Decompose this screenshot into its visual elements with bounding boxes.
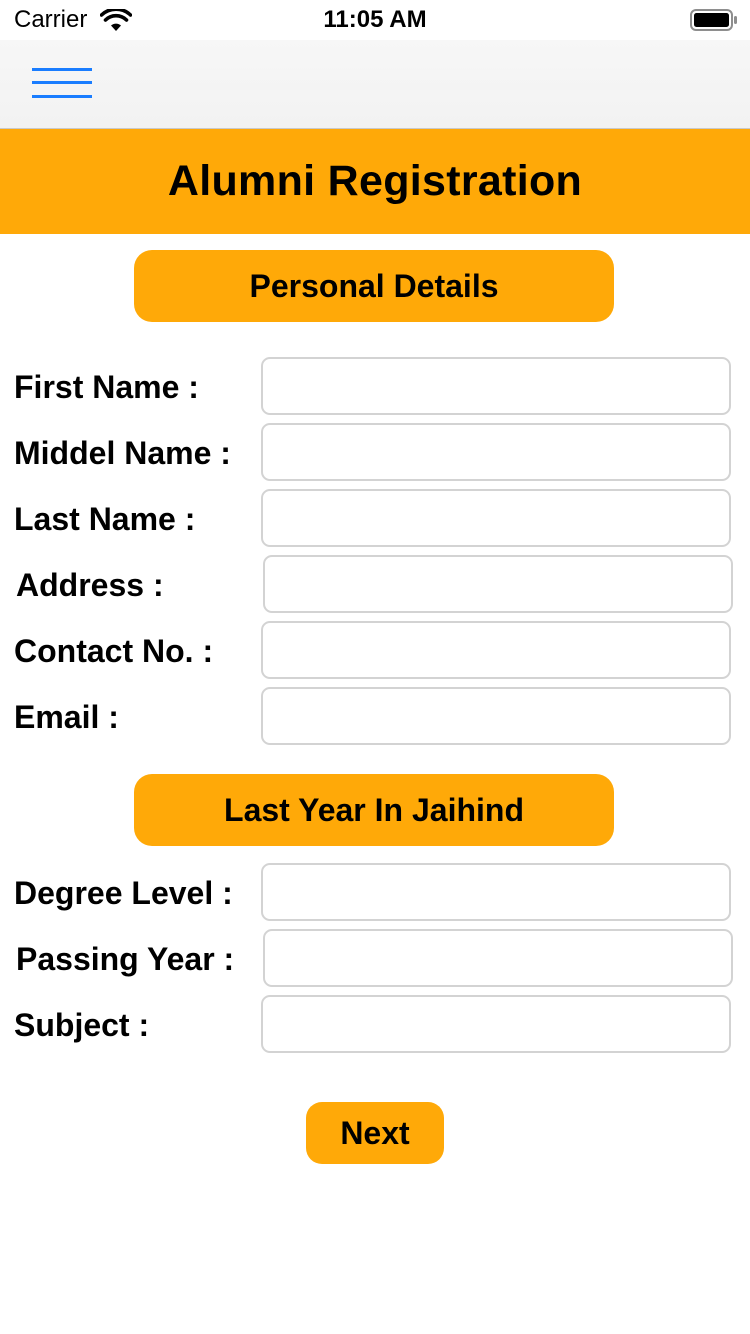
section-title-last-year: Last Year In Jaihind: [134, 774, 614, 846]
middle-name-field[interactable]: [261, 423, 731, 481]
next-button[interactable]: Next: [306, 1102, 444, 1164]
middle-name-label: Middel Name :: [14, 435, 231, 471]
degree-level-label: Degree Level :: [14, 875, 233, 911]
degree-level-field[interactable]: [261, 863, 731, 921]
passing-year-field[interactable]: [263, 929, 733, 987]
address-label: Address :: [16, 567, 164, 603]
email-label: Email :: [14, 699, 119, 735]
email-field[interactable]: [261, 687, 731, 745]
header-banner: Alumni Registration: [0, 129, 750, 234]
address-field[interactable]: [263, 555, 733, 613]
navigation-bar: [0, 40, 750, 129]
last-name-label: Last Name :: [14, 501, 196, 537]
contact-number-label: Contact No. :: [14, 633, 214, 669]
subject-label: Subject :: [14, 1007, 150, 1043]
first-name-field[interactable]: [261, 357, 731, 415]
status-time: 11:05 AM: [323, 6, 427, 33]
hamburger-menu-icon[interactable]: [30, 66, 94, 102]
first-name-label: First Name :: [14, 369, 199, 405]
contact-number-field[interactable]: [261, 621, 731, 679]
subject-field[interactable]: [261, 995, 731, 1053]
page-title: Alumni Registration: [167, 157, 583, 205]
status-bar: Carrier 11:05 AM: [0, 0, 750, 40]
section-title-personal-details: Personal Details: [134, 250, 614, 322]
last-name-field[interactable]: [261, 489, 731, 547]
passing-year-label: Passing Year :: [16, 941, 235, 977]
battery-icon: [690, 9, 737, 31]
